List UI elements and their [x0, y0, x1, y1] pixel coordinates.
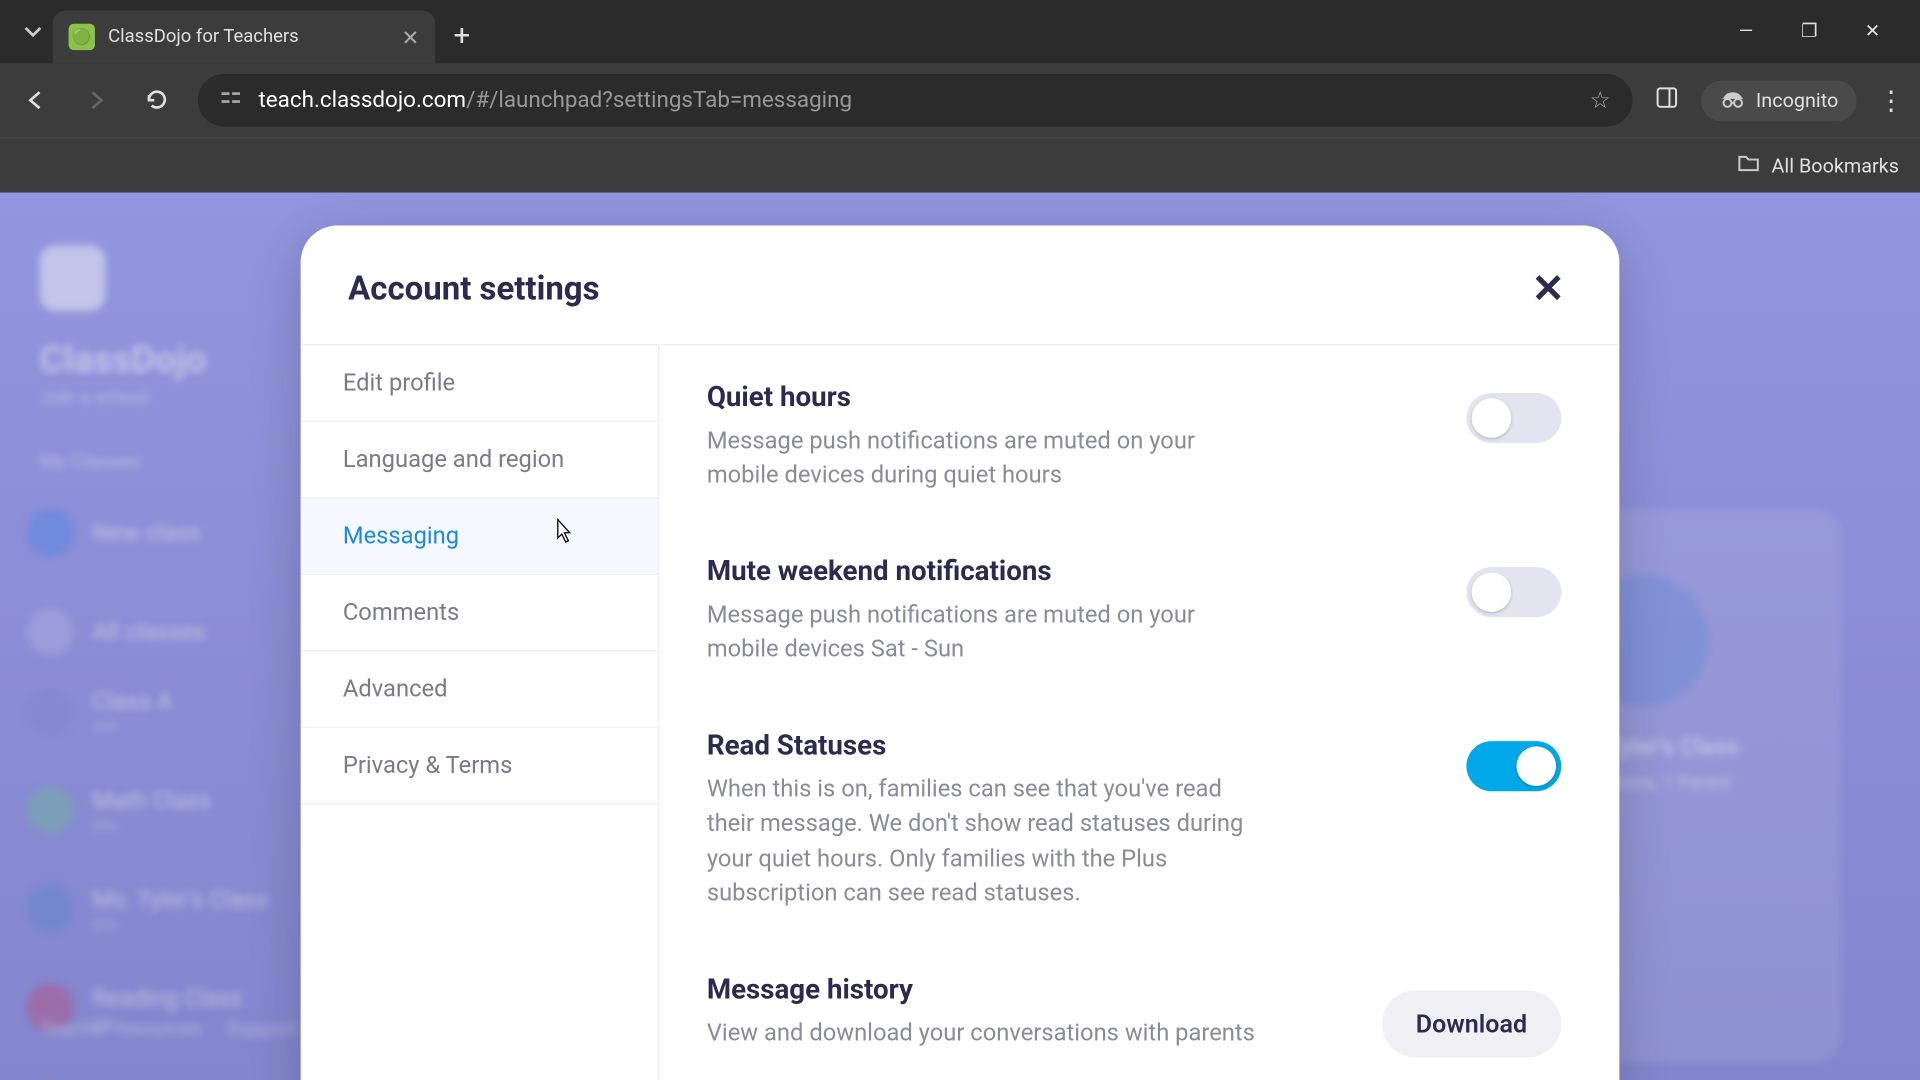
read-statuses-title: Read Statuses — [707, 731, 1261, 763]
reload-button[interactable] — [137, 80, 177, 120]
modal-title: Account settings — [348, 270, 599, 308]
settings-modal: Account settings ✕ Edit profile Language… — [301, 225, 1620, 1080]
nav-bar: teach.classdojo.com/#/launchpad?settings… — [0, 63, 1920, 137]
nav-item-messaging[interactable]: Messaging — [301, 498, 658, 574]
close-icon[interactable]: ✕ — [1524, 265, 1571, 312]
message-history-title: Message history — [707, 974, 1261, 1006]
incognito-icon — [1719, 88, 1745, 113]
forward-button[interactable] — [76, 80, 116, 120]
close-window-icon[interactable]: ✕ — [1857, 21, 1889, 42]
maximize-icon[interactable]: ❐ — [1793, 21, 1825, 42]
settings-content: Quiet hours Message push notifications a… — [659, 345, 1619, 1080]
modal-overlay[interactable]: Account settings ✕ Edit profile Language… — [0, 193, 1920, 1080]
browser-tab[interactable]: 🟢 ClassDojo for Teachers ✕ — [53, 11, 435, 64]
window-controls: — ❐ ✕ — [1730, 21, 1907, 42]
nav-item-privacy-terms[interactable]: Privacy & Terms — [301, 728, 658, 804]
modal-header: Account settings ✕ — [301, 225, 1620, 345]
tab-title: ClassDojo for Teachers — [108, 26, 388, 47]
tab-search-dropdown[interactable] — [13, 12, 53, 52]
download-button[interactable]: Download — [1382, 990, 1562, 1057]
new-tab-button[interactable]: + — [435, 19, 488, 52]
mute-weekend-toggle[interactable] — [1466, 567, 1561, 617]
browser-menu-icon[interactable]: ⋮ — [1878, 84, 1904, 116]
setting-mute-weekend: Mute weekend notifications Message push … — [707, 557, 1562, 668]
mute-weekend-desc: Message push notifications are muted on … — [707, 599, 1261, 668]
folder-icon — [1737, 152, 1761, 178]
nav-item-edit-profile[interactable]: Edit profile — [301, 345, 658, 421]
tab-close-icon[interactable]: ✕ — [402, 24, 420, 49]
page-content: ClassDojo Join a school My Classes New c… — [0, 193, 1920, 1080]
all-bookmarks-button[interactable]: All Bookmarks — [1737, 152, 1899, 178]
quiet-hours-desc: Message push notifications are muted on … — [707, 425, 1261, 494]
tab-bar: 🟢 ClassDojo for Teachers ✕ + — ❐ ✕ — [0, 0, 1920, 63]
mute-weekend-title: Mute weekend notifications — [707, 557, 1261, 589]
read-statuses-toggle[interactable] — [1466, 742, 1561, 792]
incognito-badge[interactable]: Incognito — [1701, 80, 1857, 121]
url-text: teach.classdojo.com/#/launchpad?settings… — [258, 87, 1573, 113]
bookmark-bar: All Bookmarks — [0, 137, 1920, 192]
nav-item-language-region[interactable]: Language and region — [301, 422, 658, 498]
cursor-icon — [551, 517, 618, 553]
back-button[interactable] — [16, 80, 56, 120]
quiet-hours-toggle[interactable] — [1466, 393, 1561, 443]
message-history-desc: View and download your conversations wit… — [707, 1016, 1261, 1050]
settings-nav: Edit profile Language and region Messagi… — [301, 345, 660, 1080]
address-bar[interactable]: teach.classdojo.com/#/launchpad?settings… — [198, 74, 1632, 127]
setting-quiet-hours: Quiet hours Message push notifications a… — [707, 382, 1562, 493]
quiet-hours-title: Quiet hours — [707, 382, 1261, 414]
read-statuses-desc: When this is on, families can see that y… — [707, 773, 1261, 911]
browser-chrome: 🟢 ClassDojo for Teachers ✕ + — ❐ ✕ teach… — [0, 0, 1920, 193]
tab-favicon: 🟢 — [69, 24, 95, 50]
side-panel-icon[interactable] — [1653, 84, 1679, 116]
nav-item-comments[interactable]: Comments — [301, 575, 658, 651]
nav-item-advanced[interactable]: Advanced — [301, 651, 658, 727]
site-settings-icon[interactable] — [219, 86, 243, 115]
incognito-label: Incognito — [1756, 88, 1838, 112]
bookmark-star-icon[interactable]: ☆ — [1590, 86, 1611, 114]
setting-message-history: Message history View and download your c… — [707, 974, 1562, 1057]
minimize-icon[interactable]: — — [1730, 21, 1762, 42]
setting-read-statuses: Read Statuses When this is on, families … — [707, 731, 1562, 911]
